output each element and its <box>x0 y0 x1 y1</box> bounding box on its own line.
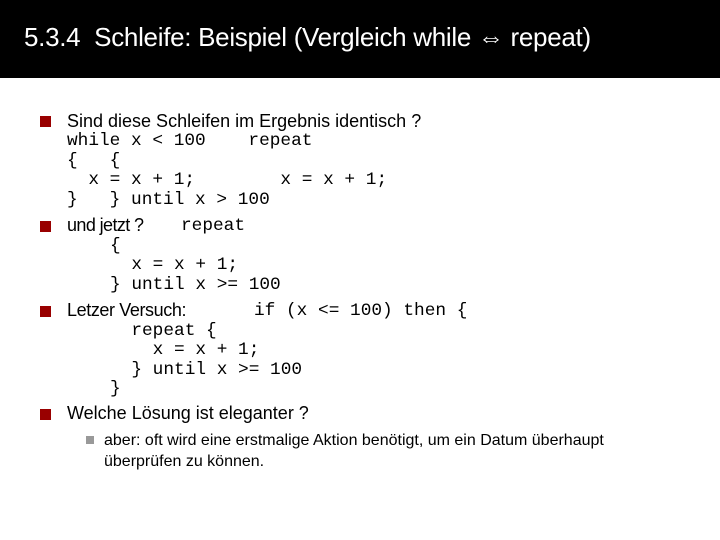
bullet-icon <box>40 221 51 232</box>
bullet-icon <box>40 306 51 317</box>
item-3-text: Letzer Versuch: <box>67 300 187 320</box>
item-2-code-line-3: } until x >= 100 <box>110 274 281 295</box>
item-1-code-line-2: { { <box>67 150 121 171</box>
item-1-code-line-4: } } until x > 100 <box>67 189 270 210</box>
item-3-code-line-3: } until x >= 100 <box>110 359 303 380</box>
item-2-text: und jetzt ? <box>67 215 144 235</box>
item-4-sub-1-text: aber: oft wird eine erstmalige Aktion be… <box>104 432 604 470</box>
item-2-code-line-2: x = x + 1; <box>110 255 239 276</box>
item-1-text: Sind diese Schleifen im Ergebnis identis… <box>67 111 422 131</box>
slide-title: 5.3.4 Schleife: Beispiel (Vergleich whil… <box>24 22 591 52</box>
bullet-icon <box>40 409 51 420</box>
title-bar: 5.3.4 Schleife: Beispiel (Vergleich whil… <box>0 0 720 78</box>
item-2-code-inline: repeat <box>181 216 246 236</box>
bullet-icon <box>40 116 51 127</box>
sub-bullet-icon <box>86 436 94 444</box>
item-3-code-line-4: } <box>110 379 121 400</box>
item-4-text: Welche Lösung ist eleganter ? <box>67 403 309 423</box>
item-1-code-line-3: x = x + 1; x = x + 1; <box>67 170 388 191</box>
item-3-code-line-1: repeat { <box>110 320 217 341</box>
item-3-code-inline: if (x <= 100) then { <box>254 301 468 321</box>
item-2-code-line-1: { <box>110 235 121 256</box>
item-3-code-line-2: x = x + 1; <box>110 340 260 361</box>
item-1-code-line-1: while x < 100 repeat <box>67 131 313 151</box>
